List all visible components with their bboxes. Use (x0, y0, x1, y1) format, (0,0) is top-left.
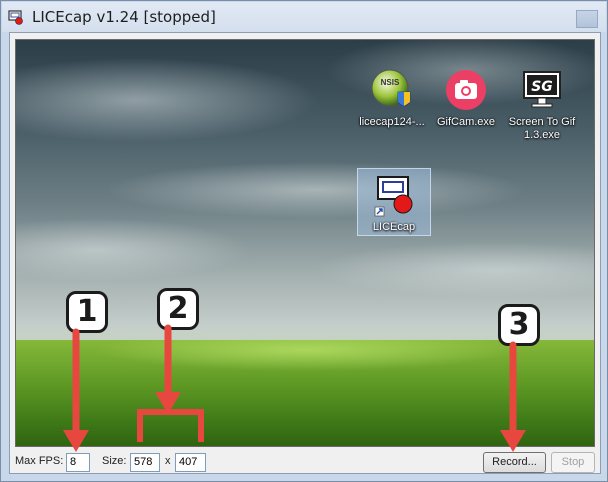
licecap-window: LICEcap v1.24 [stopped] NSIS licecap124-… (0, 0, 608, 482)
max-fps-input[interactable]: 8 (66, 453, 90, 472)
size-x-label: x (165, 455, 171, 467)
stop-button[interactable]: Stop (551, 452, 595, 473)
nsis-installer-icon: NSIS (371, 69, 411, 107)
control-bar: Max FPS: 8 Size: 578 x 407 Record... Sto… (10, 451, 600, 473)
licecap-app-icon (8, 10, 23, 25)
desktop-icon-label: Screen To Gif 1.3.exe (508, 116, 576, 141)
nsis-badge-text: NSIS (381, 78, 400, 87)
record-button[interactable]: Record... (483, 452, 546, 473)
window-title: LICEcap v1.24 [stopped] (32, 8, 216, 26)
sg-badge-text: SG (531, 79, 553, 95)
desktop-icon-licecap-installer[interactable]: NSIS licecap124-... (355, 68, 429, 129)
callout-1: 1 (66, 291, 108, 333)
desktop-icon-licecap-shortcut[interactable]: LICEcap (357, 168, 431, 236)
title-bar[interactable]: LICEcap v1.24 [stopped] (2, 2, 606, 32)
height-input[interactable]: 407 (175, 453, 206, 472)
width-input[interactable]: 578 (130, 453, 160, 472)
callout-3: 3 (498, 304, 540, 346)
capture-region[interactable]: NSIS licecap124-... GifCam.exe SG Screen… (15, 39, 595, 447)
capture-client-area: NSIS licecap124-... GifCam.exe SG Screen… (9, 32, 601, 474)
green-field-background (16, 340, 594, 446)
maximize-button[interactable] (576, 10, 598, 28)
desktop-icon-screentogif[interactable]: SG Screen To Gif 1.3.exe (505, 68, 579, 142)
max-fps-label: Max FPS: (15, 455, 64, 467)
desktop-icon-label: licecap124-... (359, 116, 425, 128)
monitor-sg-icon: SG (523, 71, 561, 108)
size-label: Size: (102, 455, 127, 467)
desktop-icon-label: GifCam.exe (436, 116, 496, 128)
licecap-icon (374, 176, 413, 217)
desktop-icon-gifcam[interactable]: GifCam.exe (429, 68, 503, 129)
callout-2: 2 (157, 288, 199, 330)
desktop-icon-label: LICEcap (372, 221, 416, 233)
camera-icon (446, 70, 486, 110)
